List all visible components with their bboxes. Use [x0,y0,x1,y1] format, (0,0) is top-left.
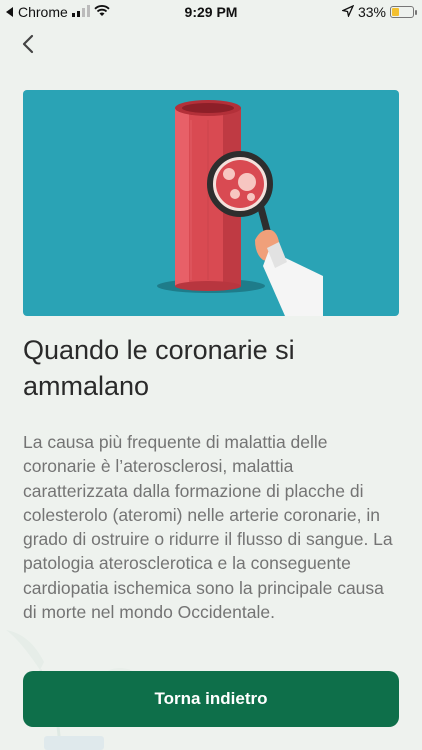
hero-illustration [23,90,399,316]
chevron-left-icon [21,34,35,59]
battery-icon [390,6,417,18]
back-button[interactable] [14,32,42,60]
battery-percent: 33% [357,4,386,20]
article-title: Quando le coronarie si ammalano [23,335,295,401]
status-bar: Chrome 9:29 PM 33% [0,0,422,24]
status-right: 33% [340,4,417,20]
artery-magnifier-illustration [157,100,323,316]
back-button-primary[interactable]: Torna indietro [23,671,399,727]
location-icon [340,4,355,20]
article-body: La causa più frequente di malattia delle… [23,432,393,623]
